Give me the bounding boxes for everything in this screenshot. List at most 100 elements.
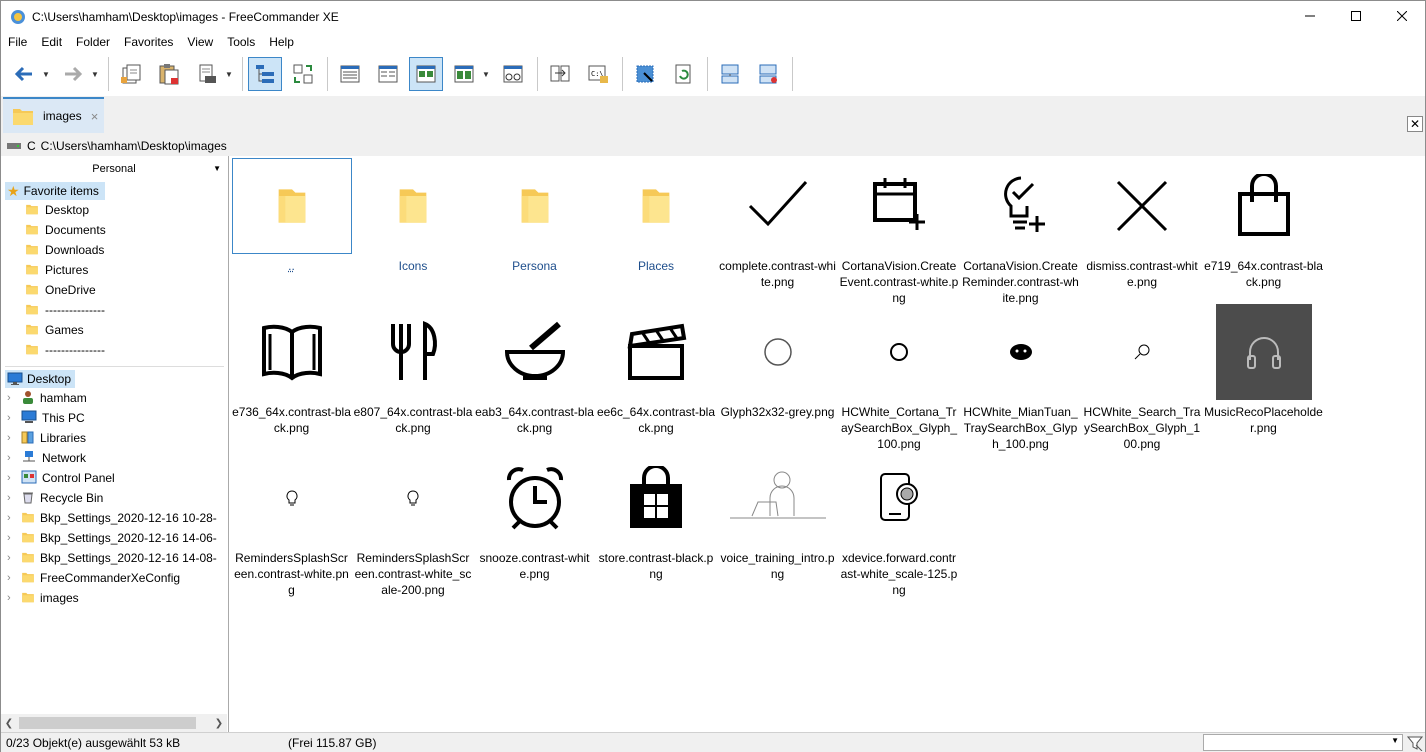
favorite-item[interactable]: Downloads <box>1 240 228 260</box>
tree-root-desktop[interactable]: Desktop <box>5 370 75 388</box>
file-item[interactable]: dismiss.contrast-white.png <box>1082 158 1203 290</box>
file-item[interactable]: voice_training_intro.png <box>717 450 838 582</box>
favorite-item[interactable]: OneDrive <box>1 280 228 300</box>
favorite-item[interactable]: Desktop <box>1 200 228 220</box>
forward-dropdown[interactable]: ▼ <box>91 70 99 79</box>
back-button[interactable] <box>7 57 41 91</box>
file-item[interactable]: snooze.contrast-white.png <box>474 450 595 582</box>
folder-item[interactable]: .. <box>231 158 352 274</box>
paste-button[interactable] <box>152 57 186 91</box>
file-item[interactable]: HCWhite_Cortana_TraySearchBox_Glyph_100.… <box>839 304 960 452</box>
tab-close-icon[interactable]: × <box>91 109 99 124</box>
menu-favorites[interactable]: Favorites <box>117 35 180 49</box>
select-button[interactable] <box>628 57 662 91</box>
back-dropdown[interactable]: ▼ <box>42 70 50 79</box>
menu-help[interactable]: Help <box>262 35 301 49</box>
chevron-right-icon[interactable]: › <box>7 452 19 464</box>
favorites-group-selector[interactable]: Personal ▼ <box>1 156 227 182</box>
tree-item[interactable]: › Network <box>1 448 227 468</box>
file-item[interactable]: HCWhite_Search_TraySearchBox_Glyph_100.p… <box>1082 304 1203 452</box>
tree-item[interactable]: › Control Panel <box>1 468 227 488</box>
folder-item[interactable]: Icons <box>353 158 474 274</box>
maximize-button[interactable] <box>1333 1 1379 31</box>
file-item[interactable]: e719_64x.contrast-black.png <box>1203 158 1324 290</box>
print-button[interactable] <box>190 57 224 91</box>
scrollbar-thumb[interactable] <box>19 717 196 729</box>
tab-images[interactable]: images × <box>3 97 104 133</box>
view-dropdown[interactable]: ▼ <box>482 70 490 79</box>
tree-item[interactable]: › Bkp_Settings_2020-12-16 14-08- <box>1 548 227 568</box>
list-view-button[interactable] <box>371 57 405 91</box>
tree-item[interactable]: › images <box>1 588 227 608</box>
close-panel-button[interactable]: ✕ <box>1407 116 1423 132</box>
chevron-right-icon[interactable]: › <box>7 472 19 484</box>
menu-folder[interactable]: Folder <box>69 35 117 49</box>
file-item[interactable]: eab3_64x.contrast-black.png <box>474 304 595 436</box>
path-bar[interactable]: C C:\Users\hamham\Desktop\images <box>1 136 1425 156</box>
close-button[interactable] <box>1379 1 1425 31</box>
file-item[interactable]: HCWhite_MianTuan_TraySearchBox_Glyph_100… <box>960 304 1081 452</box>
compare-button[interactable] <box>543 57 577 91</box>
folder-item[interactable]: Places <box>596 158 717 274</box>
file-item[interactable]: xdevice.forward.contrast-white_scale-125… <box>839 450 960 598</box>
file-item[interactable]: CortanaVision.CreateEvent.contrast-white… <box>839 158 960 306</box>
favorite-items-header[interactable]: ★ Favorite items <box>5 182 105 200</box>
chevron-right-icon[interactable]: › <box>7 412 19 424</box>
thumbnail-view-button[interactable] <box>409 57 443 91</box>
chevron-right-icon[interactable]: › <box>7 512 19 524</box>
favorite-item[interactable]: Games <box>1 320 228 340</box>
file-item[interactable]: e807_64x.contrast-black.png <box>353 304 474 436</box>
favorite-item[interactable]: --------------- <box>1 340 228 360</box>
network-drive-button[interactable] <box>751 57 785 91</box>
sync-panels-button[interactable] <box>286 57 320 91</box>
file-item[interactable]: e736_64x.contrast-black.png <box>231 304 352 436</box>
file-item[interactable]: MusicRecoPlaceholder.png <box>1203 304 1324 436</box>
favorite-item[interactable]: Documents <box>1 220 228 240</box>
chevron-right-icon[interactable]: › <box>7 572 19 584</box>
console-button[interactable]: C:\ <box>581 57 615 91</box>
copy-button[interactable] <box>114 57 148 91</box>
refresh-button[interactable] <box>666 57 700 91</box>
chevron-right-icon[interactable]: › <box>7 392 19 404</box>
tree-item[interactable]: › Bkp_Settings_2020-12-16 14-06- <box>1 528 227 548</box>
chevron-right-icon[interactable]: › <box>7 432 19 444</box>
file-item[interactable]: RemindersSplashScreen.contrast-white_sca… <box>353 450 474 598</box>
details-view-button[interactable] <box>333 57 367 91</box>
large-thumbnail-view-button[interactable] <box>447 57 481 91</box>
chevron-right-icon[interactable]: › <box>7 532 19 544</box>
menu-edit[interactable]: Edit <box>34 35 69 49</box>
tree-item[interactable]: › Bkp_Settings_2020-12-16 10-28- <box>1 508 227 528</box>
file-item[interactable]: RemindersSplashScreen.contrast-white.png <box>231 450 352 598</box>
tree-item[interactable]: › Recycle Bin <box>1 488 227 508</box>
folder-item[interactable]: Persona <box>474 158 595 274</box>
filter-icon[interactable] <box>1407 735 1423 751</box>
tree-item[interactable]: › hamham <box>1 388 227 408</box>
quick-filter-input[interactable]: ▼ <box>1203 734 1403 751</box>
chevron-right-icon[interactable]: › <box>7 552 19 564</box>
scroll-right-icon[interactable]: ❯ <box>211 718 227 729</box>
tree-item[interactable]: › This PC <box>1 408 227 428</box>
forward-button[interactable] <box>56 57 90 91</box>
menu-view[interactable]: View <box>180 35 220 49</box>
menu-tools[interactable]: Tools <box>220 35 262 49</box>
file-item[interactable]: ee6c_64x.contrast-black.png <box>596 304 717 436</box>
tree-item[interactable]: › FreeCommanderXeConfig <box>1 568 227 588</box>
chevron-right-icon[interactable]: › <box>7 592 19 604</box>
horizontal-scrollbar[interactable]: ❮ ❯ <box>1 714 227 732</box>
chevron-down-icon[interactable]: ▼ <box>1391 736 1399 745</box>
chevron-right-icon[interactable]: › <box>7 492 19 504</box>
tree-view-button[interactable] <box>248 57 282 91</box>
favorite-item[interactable]: Pictures <box>1 260 228 280</box>
menu-file[interactable]: File <box>1 35 34 49</box>
file-item[interactable]: complete.contrast-white.png <box>717 158 838 290</box>
drive-button[interactable] <box>713 57 747 91</box>
tree-item[interactable]: › Libraries <box>1 428 227 448</box>
file-item[interactable]: CortanaVision.CreateReminder.contrast-wh… <box>960 158 1081 306</box>
quick-view-button[interactable] <box>496 57 530 91</box>
file-item[interactable]: store.contrast-black.png <box>596 450 717 582</box>
scroll-left-icon[interactable]: ❮ <box>1 718 17 729</box>
favorite-item[interactable]: --------------- <box>1 300 228 320</box>
file-item[interactable]: Glyph32x32-grey.png <box>717 304 838 420</box>
print-dropdown[interactable]: ▼ <box>225 70 233 79</box>
minimize-button[interactable] <box>1287 1 1333 31</box>
